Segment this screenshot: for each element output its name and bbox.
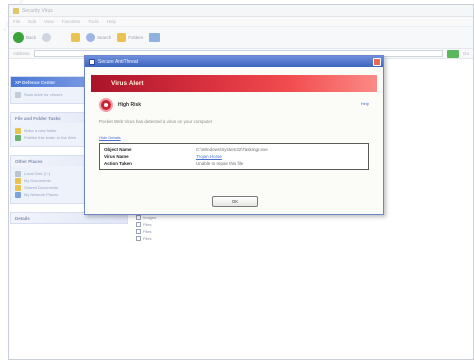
- folders-icon: [117, 33, 127, 42]
- list-item[interactable]: Files: [136, 228, 156, 235]
- go-button[interactable]: [446, 49, 459, 58]
- file-icon: [136, 215, 141, 220]
- list-item[interactable]: Files: [136, 235, 156, 242]
- file-icon: [136, 222, 141, 227]
- explorer-toolbar: Back Search Folders: [9, 27, 473, 49]
- menu-help[interactable]: Help: [107, 19, 116, 24]
- explorer-title: Security Virus: [22, 7, 53, 14]
- detail-value: Unable to repair this file: [196, 161, 244, 166]
- list-item[interactable]: Files: [136, 221, 156, 228]
- back-label: Back: [26, 35, 37, 40]
- file-list: Images Files Files Files: [136, 214, 156, 242]
- folders-label: Folders: [128, 35, 144, 40]
- warning-icon: [99, 98, 113, 112]
- views-icon[interactable]: [149, 33, 161, 42]
- menu-favorites[interactable]: Favorites: [62, 19, 81, 24]
- detail-key: Object Name: [104, 147, 132, 152]
- explorer-titlebar[interactable]: Security Virus: [9, 5, 473, 17]
- address-label: Address: [13, 51, 30, 56]
- detail-key: Action Taken: [104, 161, 132, 166]
- search-icon: [86, 33, 96, 42]
- folder-icon: [13, 7, 19, 14]
- risk-indicator: High Risk: [91, 98, 377, 112]
- table-row: Action Taken Unable to repair this file: [104, 160, 364, 167]
- close-button[interactable]: [373, 57, 381, 66]
- menu-file[interactable]: File: [13, 19, 20, 24]
- back-button[interactable]: Back: [13, 32, 36, 43]
- table-row: Object Name C:\Windows\System32\Taskmgr.…: [104, 146, 364, 153]
- help-link[interactable]: Help: [361, 101, 369, 106]
- detail-value: C:\Windows\System32\Taskmgr.exe: [196, 147, 268, 152]
- dialog-title: Secure AntiThreat: [98, 58, 139, 65]
- go-label: Go: [462, 51, 469, 56]
- hide-details-link[interactable]: Hide Details: [91, 135, 377, 140]
- risk-level: High Risk: [118, 102, 142, 108]
- globe-icon: [15, 134, 21, 141]
- details-table: Object Name C:\Windows\System32\Taskmgr.…: [99, 143, 369, 170]
- explorer-menubar: File Edit View Favorites Tools Help: [9, 17, 473, 27]
- folders-button[interactable]: Folders: [117, 33, 143, 42]
- search-button[interactable]: Search: [86, 33, 111, 42]
- alert-banner: Virus Alert: [91, 75, 377, 92]
- virus-name-link[interactable]: Trojan.Horse: [196, 154, 222, 159]
- alert-message: Pocket Web Virus has detected a virus on…: [99, 119, 213, 124]
- disk-icon: [15, 170, 21, 177]
- ok-button[interactable]: OK: [212, 196, 258, 207]
- new-folder-icon: [15, 127, 21, 134]
- folder-icon: [15, 177, 21, 184]
- menu-tools[interactable]: Tools: [88, 19, 99, 24]
- menu-edit[interactable]: Edit: [28, 19, 36, 24]
- detail-key: Virus Name: [104, 154, 129, 159]
- network-icon: [15, 191, 21, 198]
- menu-view[interactable]: View: [44, 19, 54, 24]
- dialog-titlebar[interactable]: Secure AntiThreat: [85, 56, 383, 67]
- table-row: Virus Name Trojan.Horse: [104, 153, 364, 160]
- list-item[interactable]: Images: [136, 214, 156, 221]
- forward-arrow-icon[interactable]: [42, 33, 52, 42]
- alert-heading: Virus Alert: [111, 80, 144, 87]
- virus-alert-dialog: Secure AntiThreat Virus Alert Help High …: [84, 55, 384, 215]
- scan-icon: [15, 91, 21, 98]
- folder-icon: [15, 184, 21, 191]
- back-arrow-icon: [13, 32, 24, 43]
- search-label: Search: [97, 35, 112, 40]
- app-icon: [89, 58, 95, 65]
- file-icon: [136, 236, 141, 241]
- up-folder-icon[interactable]: [71, 33, 81, 42]
- file-icon: [136, 229, 141, 234]
